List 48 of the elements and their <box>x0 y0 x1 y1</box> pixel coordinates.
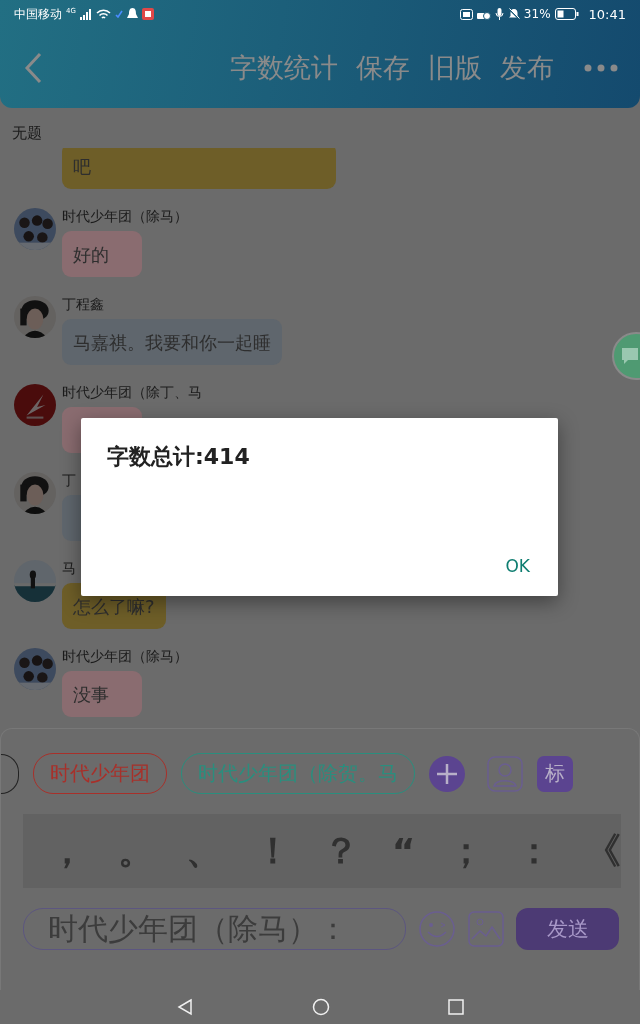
back-nav-icon[interactable] <box>176 998 194 1016</box>
sender-name: 时代少年团（除马） <box>62 648 188 665</box>
sender-name: 丁 <box>62 472 76 489</box>
ok-button[interactable]: OK <box>493 548 542 584</box>
tag-button[interactable]: 标 <box>537 755 573 792</box>
recents-nav-icon[interactable] <box>448 999 464 1015</box>
header-action-link[interactable]: 旧版 <box>428 50 482 86</box>
send-button[interactable]: 发送 <box>516 908 619 950</box>
document-title: 无题 <box>11 123 43 144</box>
back-icon <box>24 52 44 84</box>
sender-name: 时代少年团（除丁、马 <box>62 384 202 401</box>
message-bubble: 好的 <box>62 231 142 277</box>
header-action-link[interactable]: 发布 <box>500 50 554 86</box>
punctuation-key[interactable]: “ <box>391 830 416 872</box>
header-action-link[interactable]: 保存 <box>356 50 410 86</box>
sender-name: 马 <box>62 560 76 577</box>
more-icon[interactable] <box>584 64 618 72</box>
battery-icon <box>554 8 579 20</box>
punctuation-key[interactable]: ： <box>516 826 553 876</box>
app-notification-icon <box>141 8 154 20</box>
bell-muted-icon <box>507 8 520 20</box>
home-nav-icon[interactable] <box>312 998 330 1016</box>
dialog-message: 字数总计:414 <box>107 443 251 471</box>
punctuation-key[interactable]: 《 <box>584 826 621 876</box>
punctuation-key[interactable]: ？ <box>323 826 360 876</box>
header-action-link[interactable]: 字数统计 <box>230 50 338 86</box>
microphone-icon <box>494 8 504 20</box>
sender-name: 时代少年团（除马） <box>62 208 188 225</box>
punctuation-key[interactable]: ； <box>447 826 484 876</box>
hd-icon <box>459 8 473 20</box>
check-icon <box>114 10 123 18</box>
clock-time: 10:41 <box>588 6 626 22</box>
punctuation-key[interactable]: 。 <box>117 826 154 876</box>
wifi-icon <box>95 8 111 20</box>
back-button[interactable] <box>24 52 44 84</box>
message-bubble: 吧 <box>62 148 336 189</box>
sender-name: 丁程鑫 <box>62 296 104 313</box>
signal-icon <box>79 8 92 20</box>
battery-percent: 31% <box>523 7 551 21</box>
add-icon[interactable] <box>429 755 465 792</box>
punctuation-key[interactable]: 、 <box>186 826 223 876</box>
message-bubble: 没事 <box>62 671 142 717</box>
punctuation-key[interactable]: ， <box>49 826 85 876</box>
punctuation-key[interactable]: ！ <box>254 826 291 876</box>
floating-chat-icon[interactable] <box>612 332 640 380</box>
role-chip[interactable]: 时代少年团（除贺。马 <box>181 753 415 794</box>
carrier-name: 中国移动 <box>14 5 62 23</box>
role-chip[interactable]: 时代少年团 <box>33 753 167 794</box>
